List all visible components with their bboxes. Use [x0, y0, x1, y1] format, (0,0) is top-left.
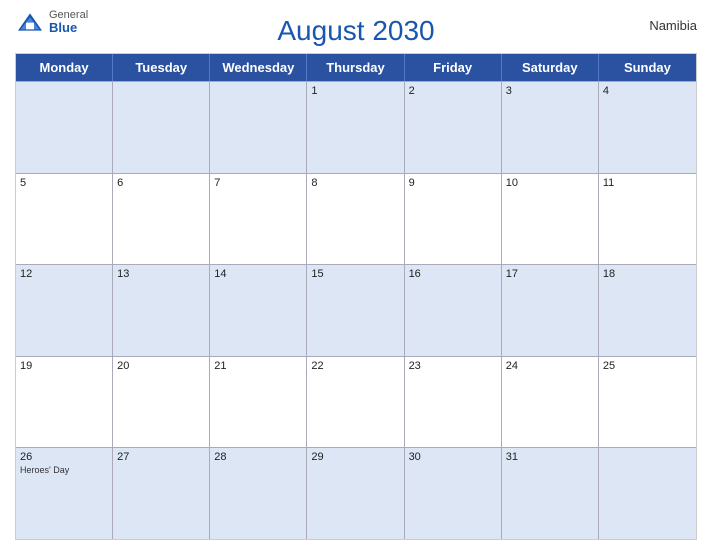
day-number: 8 [311, 177, 399, 189]
day-number: 15 [311, 268, 399, 280]
day-number: 31 [506, 451, 594, 463]
day-cell-1-4: 1 [307, 82, 404, 173]
header-thursday: Thursday [307, 54, 404, 81]
logo-blue-text: Blue [49, 21, 88, 34]
header-monday: Monday [16, 54, 113, 81]
day-headers-row: Monday Tuesday Wednesday Thursday Friday… [16, 54, 696, 81]
day-cell-5-3: 28 [210, 448, 307, 539]
day-number: 17 [506, 268, 594, 280]
day-cell-4-7: 25 [599, 357, 696, 448]
day-number: 12 [20, 268, 108, 280]
day-cell-3-5: 16 [405, 265, 502, 356]
day-number: 7 [214, 177, 302, 189]
calendar-title: August 2030 [277, 15, 434, 47]
day-cell-5-2: 27 [113, 448, 210, 539]
day-number: 16 [409, 268, 497, 280]
day-cell-4-1: 19 [16, 357, 113, 448]
day-cell-4-2: 20 [113, 357, 210, 448]
day-number: 10 [506, 177, 594, 189]
day-cell-3-1: 12 [16, 265, 113, 356]
header-sunday: Sunday [599, 54, 696, 81]
header-tuesday: Tuesday [113, 54, 210, 81]
day-cell-5-5: 30 [405, 448, 502, 539]
day-number: 5 [20, 177, 108, 189]
day-number: 18 [603, 268, 692, 280]
day-cell-2-1: 5 [16, 174, 113, 265]
day-cell-2-5: 9 [405, 174, 502, 265]
day-cell-5-7 [599, 448, 696, 539]
holiday-label: Heroes' Day [20, 465, 108, 475]
week-row-4: 19 20 21 22 23 24 25 [16, 356, 696, 448]
day-cell-1-6: 3 [502, 82, 599, 173]
day-cell-3-7: 18 [599, 265, 696, 356]
day-number: 28 [214, 451, 302, 463]
day-number: 11 [603, 177, 692, 189]
day-number: 23 [409, 360, 497, 372]
logo-text-area: General Blue [49, 10, 88, 34]
day-cell-3-3: 14 [210, 265, 307, 356]
day-cell-2-2: 6 [113, 174, 210, 265]
day-cell-2-6: 10 [502, 174, 599, 265]
week-row-5: 26 Heroes' Day 27 28 29 30 31 [16, 447, 696, 539]
week-row-2: 56789 10 11 [16, 173, 696, 265]
day-number: 30 [409, 451, 497, 463]
day-cell-2-4: 8 [307, 174, 404, 265]
day-cell-3-4: 15 [307, 265, 404, 356]
header-friday: Friday [405, 54, 502, 81]
day-number: 6 [117, 177, 205, 189]
day-number: 24 [506, 360, 594, 372]
day-number: 2 [409, 85, 497, 97]
calendar-body: 1234567891011121314151617181920212223242… [16, 81, 696, 539]
day-number: 21 [214, 360, 302, 372]
day-number: 4 [603, 85, 692, 97]
day-cell-4-3: 21 [210, 357, 307, 448]
day-number: 3 [506, 85, 594, 97]
day-number: 14 [214, 268, 302, 280]
day-cell-1-5: 2 [405, 82, 502, 173]
country-label: Namibia [649, 18, 697, 33]
day-number: 26 [20, 451, 108, 463]
logo-wrapper: General Blue [15, 10, 88, 34]
day-number: 27 [117, 451, 205, 463]
week-row-3: 12 13 14 15 16 17 18 [16, 264, 696, 356]
day-cell-2-3: 7 [210, 174, 307, 265]
calendar-container: General Blue August 2030 Namibia Monday … [0, 0, 712, 550]
day-cell-1-3 [210, 82, 307, 173]
day-number: 1 [311, 85, 399, 97]
day-cell-4-5: 23 [405, 357, 502, 448]
header-wednesday: Wednesday [210, 54, 307, 81]
header-area: General Blue August 2030 Namibia [15, 10, 697, 47]
day-number: 25 [603, 360, 692, 372]
week-row-1: 1234 [16, 81, 696, 173]
day-cell-4-6: 24 [502, 357, 599, 448]
day-cell-1-1 [16, 82, 113, 173]
day-number: 29 [311, 451, 399, 463]
day-number: 20 [117, 360, 205, 372]
day-number: 13 [117, 268, 205, 280]
header-saturday: Saturday [502, 54, 599, 81]
day-cell-1-2 [113, 82, 210, 173]
general-blue-logo-icon [15, 12, 45, 32]
day-cell-5-1: 26 Heroes' Day [16, 448, 113, 539]
day-cell-3-2: 13 [113, 265, 210, 356]
day-cell-4-4: 22 [307, 357, 404, 448]
day-cell-1-7: 4 [599, 82, 696, 173]
day-number: 22 [311, 360, 399, 372]
day-cell-5-6: 31 [502, 448, 599, 539]
day-cell-2-7: 11 [599, 174, 696, 265]
day-number: 19 [20, 360, 108, 372]
day-cell-3-6: 17 [502, 265, 599, 356]
day-cell-5-4: 29 [307, 448, 404, 539]
logo-area: General Blue [15, 10, 88, 34]
day-number: 9 [409, 177, 497, 189]
calendar-grid: Monday Tuesday Wednesday Thursday Friday… [15, 53, 697, 540]
